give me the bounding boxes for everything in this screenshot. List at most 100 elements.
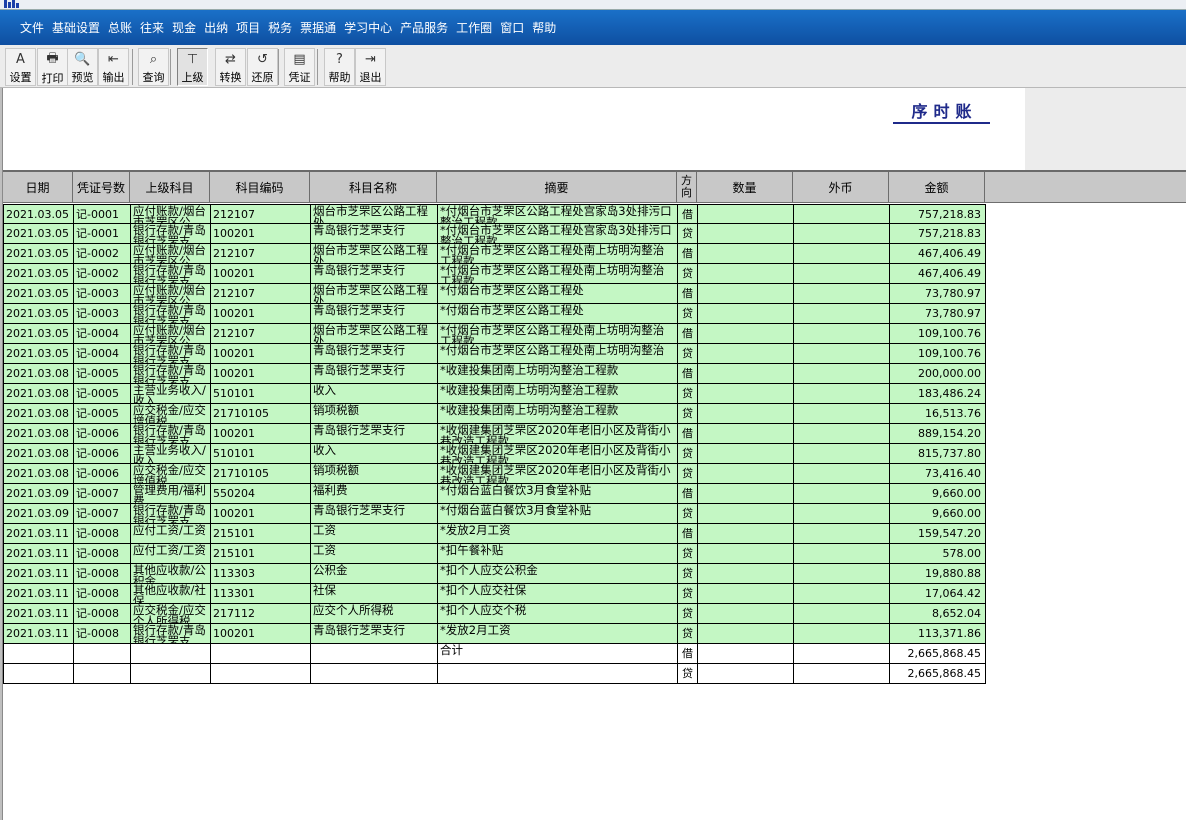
table-row[interactable]: 2021.03.05 记-0001 银行存款/青岛银行芝罘支 100201 青岛银行芝罘… bbox=[3, 224, 987, 244]
cell-col-5: *扣个人应交社保 bbox=[437, 584, 677, 604]
column-header-5[interactable]: 摘要 bbox=[437, 172, 677, 203]
cell-col-5: *扣个人应交个税 bbox=[437, 604, 677, 624]
toolbar-button-6[interactable]: ⇄ 转换 bbox=[215, 48, 246, 86]
cell-col-9: 757,218.83 bbox=[889, 204, 986, 224]
table-row[interactable]: 2021.03.05 记-0004 银行存款/青岛银行芝罘支 100201 青岛银行芝罘… bbox=[3, 344, 987, 364]
cell-col-0 bbox=[3, 644, 73, 664]
menu-item-5[interactable]: 出纳 bbox=[204, 19, 228, 36]
cell-col-6: 借 bbox=[677, 284, 697, 304]
cell-col-2: 管理费用/福利费 bbox=[130, 484, 210, 504]
column-header-0[interactable]: 日期 bbox=[3, 172, 73, 203]
convert-icon: ⇄ bbox=[225, 52, 236, 67]
table-row[interactable]: 2021.03.11 记-0008 银行存款/青岛银行芝罘支 100201 青岛银行芝罘… bbox=[3, 624, 987, 644]
cell-col-4: 收入 bbox=[310, 384, 437, 404]
menu-item-9[interactable]: 学习中心 bbox=[344, 19, 392, 36]
cell-col-2: 应付账款/烟台市芝罘区公 bbox=[130, 244, 210, 264]
column-header-8[interactable]: 外币 bbox=[793, 172, 889, 203]
menu-item-1[interactable]: 基础设置 bbox=[52, 19, 100, 36]
table-row[interactable]: 2021.03.11 记-0008 应付工资/工资 215101 工资 *扣午餐补贴贷 57… bbox=[3, 544, 987, 564]
cell-col-0: 2021.03.05 bbox=[3, 324, 73, 344]
table-row[interactable]: 2021.03.08 记-0006 银行存款/青岛银行芝罘支 100201 青岛银行芝罘… bbox=[3, 424, 987, 444]
table-row[interactable]: 2021.03.05 记-0002 银行存款/青岛银行芝罘支 100201 青岛银行芝罘… bbox=[3, 264, 987, 284]
toolbar-button-1[interactable]: 🖶 打印 bbox=[37, 48, 68, 86]
cell-col-3: 550204 bbox=[210, 484, 310, 504]
column-header-4[interactable]: 科目名称 bbox=[310, 172, 437, 203]
cell-col-7 bbox=[697, 524, 793, 544]
menu-item-4[interactable]: 现金 bbox=[172, 19, 196, 36]
cell-col-3: 100201 bbox=[210, 364, 310, 384]
cell-col-7 bbox=[697, 344, 793, 364]
column-header-6[interactable]: 方 向 bbox=[677, 172, 697, 203]
toolbar-button-9[interactable]: ? 帮助 bbox=[324, 48, 355, 86]
menu-item-6[interactable]: 项目 bbox=[236, 19, 260, 36]
cell-col-3: 113303 bbox=[210, 564, 310, 584]
cell-col-1: 记-0006 bbox=[73, 444, 130, 464]
toolbar-button-8[interactable]: ▤ 凭证 bbox=[284, 48, 315, 86]
table-row[interactable]: 2021.03.08 记-0006 主营业务收入/收入 510101 收入 *收烟建集团芝… bbox=[3, 444, 987, 464]
table-row[interactable]: 2021.03.11 记-0008 其他应收款/社保 113301 社保 *扣个人应交社保… bbox=[3, 584, 987, 604]
ledger-grid: 日期 凭证号数 上级科目 科目编码 科目名称 摘要方 向数量 外币 金额 2021.03.05… bbox=[3, 170, 1186, 820]
toolbar-button-7[interactable]: ↺ 还原 bbox=[247, 48, 278, 86]
table-row[interactable]: 2021.03.05 记-0003 应付账款/烟台市芝罘区公 212107 烟台市芝罘区… bbox=[3, 284, 987, 304]
export-icon: ⇤ bbox=[108, 52, 119, 67]
menu-item-11[interactable]: 工作圈 bbox=[456, 19, 492, 36]
column-header-9[interactable]: 金额 bbox=[889, 172, 985, 203]
cell-col-5: *付烟台市芝罘区公路工程处南上坊明沟整治工程款 bbox=[437, 324, 677, 344]
cell-col-0: 2021.03.09 bbox=[3, 504, 73, 524]
cell-col-6: 贷 bbox=[677, 464, 697, 484]
cell-col-5: *收建投集团南上坊明沟整治工程款 bbox=[437, 404, 677, 424]
table-row[interactable]: 2021.03.08 记-0005 主营业务收入/收入 510101 收入 *收建投集团南… bbox=[3, 384, 987, 404]
toolbar-button-2[interactable]: 🔍 预览 bbox=[67, 48, 98, 86]
table-row[interactable]: 2021.03.05 记-0001 应付账款/烟台市芝罘区公 212107 烟台市芝罘区… bbox=[3, 204, 987, 224]
table-row[interactable]: 2021.03.05 记-0004 应付账款/烟台市芝罘区公 212107 烟台市芝罘区… bbox=[3, 324, 987, 344]
toolbar-separator bbox=[132, 49, 133, 85]
cell-col-5: *付烟台蓝白餐饮3月食堂补贴 bbox=[437, 504, 677, 524]
menu-item-7[interactable]: 税务 bbox=[268, 19, 292, 36]
toolbar-button-4[interactable]: ⌕ 查询 bbox=[138, 48, 169, 86]
table-row[interactable]: 2021.03.08 记-0005 银行存款/青岛银行芝罘支 100201 青岛银行芝罘… bbox=[3, 364, 987, 384]
table-row[interactable]: 2021.03.05 记-0002 应付账款/烟台市芝罘区公 212107 烟台市芝罘区… bbox=[3, 244, 987, 264]
table-row[interactable]: 2021.03.11 记-0008 应交税金/应交个人所得税 217112 应交个人所得… bbox=[3, 604, 987, 624]
column-header-1[interactable]: 凭证号数 bbox=[73, 172, 130, 203]
cell-col-9: 109,100.76 bbox=[889, 324, 986, 344]
cell-col-2: 应付账款/烟台市芝罘区公 bbox=[130, 204, 210, 224]
cell-col-8 bbox=[793, 384, 889, 404]
total-row[interactable]: 贷 2,665,868.45 bbox=[3, 664, 987, 684]
toolbar-button-10[interactable]: ⇥ 退出 bbox=[355, 48, 386, 86]
toolbar-button-label: 预览 bbox=[71, 71, 94, 84]
column-header-2[interactable]: 上级科目 bbox=[130, 172, 210, 203]
cell-col-7 bbox=[697, 244, 793, 264]
table-row[interactable]: 2021.03.09 记-0007 管理费用/福利费 550204 福利费 *付烟台蓝白餐… bbox=[3, 484, 987, 504]
menu-item-2[interactable]: 总账 bbox=[108, 19, 132, 36]
toolbar-button-0[interactable]: A 设置 bbox=[5, 48, 36, 86]
cell-col-2: 应付工资/工资 bbox=[130, 524, 210, 544]
table-row[interactable]: 2021.03.11 记-0008 其他应收款/公积金 113303 公积金 *扣个人应交… bbox=[3, 564, 987, 584]
cell-col-2: 主营业务收入/收入 bbox=[130, 444, 210, 464]
table-row[interactable]: 2021.03.08 记-0005 应交税金/应交增值税 21710105 销项税额 *收… bbox=[3, 404, 987, 424]
cell-col-4 bbox=[310, 664, 437, 684]
column-header-3[interactable]: 科目编码 bbox=[210, 172, 310, 203]
menu-item-0[interactable]: 文件 bbox=[20, 19, 44, 36]
toolbar-button-label: 设置 bbox=[9, 71, 32, 84]
cell-col-0: 2021.03.08 bbox=[3, 384, 73, 404]
cell-col-0: 2021.03.05 bbox=[3, 204, 73, 224]
toolbar-button-5[interactable]: ⊤ 上级 bbox=[177, 48, 208, 86]
cell-col-9: 113,371.86 bbox=[889, 624, 986, 644]
toolbar-button-3[interactable]: ⇤ 输出 bbox=[98, 48, 129, 86]
total-row[interactable]: 合计借 2,665,868.45 bbox=[3, 644, 987, 664]
cell-col-3: 217112 bbox=[210, 604, 310, 624]
menu-item-8[interactable]: 票据通 bbox=[300, 19, 336, 36]
menu-item-12[interactable]: 窗口 bbox=[500, 19, 524, 36]
menu-item-13[interactable]: 帮助 bbox=[532, 19, 556, 36]
table-row[interactable]: 2021.03.09 记-0007 银行存款/青岛银行芝罘支 100201 青岛银行芝罘… bbox=[3, 504, 987, 524]
cell-col-3: 100201 bbox=[210, 624, 310, 644]
cell-col-5: *扣午餐补贴 bbox=[437, 544, 677, 564]
menu-item-10[interactable]: 产品服务 bbox=[400, 19, 448, 36]
table-row[interactable]: 2021.03.05 记-0003 银行存款/青岛银行芝罘支 100201 青岛银行芝罘… bbox=[3, 304, 987, 324]
table-row[interactable]: 2021.03.11 记-0008 应付工资/工资 215101 工资 *发放2月工资借 1… bbox=[3, 524, 987, 544]
column-header-7[interactable]: 数量 bbox=[697, 172, 793, 203]
table-row[interactable]: 2021.03.08 记-0006 应交税金/应交增值税 21710105 销项税额 *收… bbox=[3, 464, 987, 484]
menu-item-3[interactable]: 往来 bbox=[140, 19, 164, 36]
cell-col-9: 9,660.00 bbox=[889, 504, 986, 524]
cell-col-9: 2,665,868.45 bbox=[889, 644, 986, 664]
